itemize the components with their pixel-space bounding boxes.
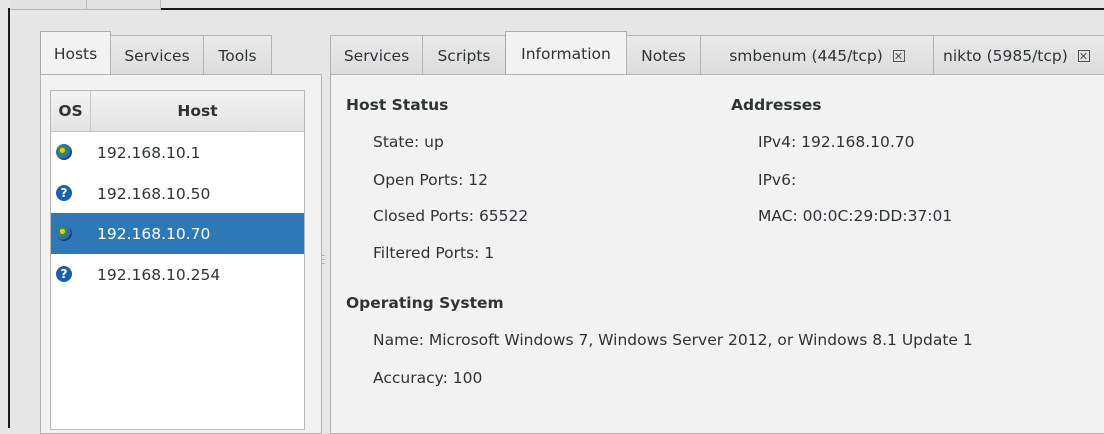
state-value: State: up: [373, 133, 444, 151]
ipv4-value: IPv4: 192.168.10.70: [758, 133, 915, 151]
host-row[interactable]: ? 192.168.10.254: [51, 254, 304, 295]
tab-hosts[interactable]: Hosts: [40, 31, 111, 75]
tab-services-left[interactable]: Services: [110, 35, 204, 75]
operating-system-heading: Operating System: [346, 294, 504, 312]
splitter-handle[interactable]: [322, 255, 325, 275]
tab-hosts-label: Hosts: [53, 44, 98, 63]
tab-nikto-label: nikto (5985/tcp): [943, 46, 1068, 65]
open-ports-value: Open Ports: 12: [373, 171, 489, 189]
host-row-selected[interactable]: 192.168.10.70: [51, 213, 304, 254]
column-header-host-label: Host: [177, 102, 218, 120]
tab-tools-label: Tools: [218, 46, 257, 65]
tab-services-label: Services: [343, 46, 410, 65]
tab-nikto[interactable]: nikto (5985/tcp): [933, 35, 1104, 75]
host-row[interactable]: ? 192.168.10.50: [51, 173, 304, 214]
tab-scripts-label: Scripts: [437, 46, 491, 65]
column-header-os-label: OS: [58, 102, 83, 120]
os-name-value: Name: Microsoft Windows 7, Windows Serve…: [373, 331, 973, 349]
mac-value: MAC: 00:0C:29:DD:37:01: [758, 207, 953, 225]
unknown-os-icon: ?: [56, 185, 72, 201]
closed-ports-value: Closed Ports: 65522: [373, 207, 529, 225]
host-address: 192.168.10.50: [97, 184, 211, 203]
column-header-os[interactable]: OS: [51, 91, 91, 131]
host-address: 192.168.10.70: [97, 224, 211, 243]
accuracy-value: Accuracy: 100: [373, 369, 483, 387]
tab-scripts[interactable]: Scripts: [422, 35, 506, 75]
host-table-header: OS Host: [51, 91, 304, 132]
host-address: 192.168.10.254: [97, 265, 221, 284]
tab-notes[interactable]: Notes: [626, 35, 701, 75]
column-header-host[interactable]: Host: [91, 91, 304, 131]
host-address: 192.168.10.1: [97, 143, 201, 162]
tab-smbenum[interactable]: smbenum (445/tcp): [700, 35, 934, 75]
host-table[interactable]: OS Host 192.168.10.1 ? 192.168.10.50 192…: [50, 90, 305, 430]
tab-information[interactable]: Information: [505, 31, 627, 75]
tab-smbenum-label: smbenum (445/tcp): [729, 46, 883, 65]
windows-icon: [56, 225, 72, 241]
windows-icon: [56, 144, 72, 160]
host-status-heading: Host Status: [346, 96, 449, 114]
close-icon[interactable]: [892, 49, 905, 62]
parent-tab-divider: [86, 0, 87, 9]
tab-notes-label: Notes: [641, 46, 686, 65]
tab-information-label: Information: [521, 44, 611, 63]
ipv6-value: IPv6:: [758, 171, 797, 189]
tab-tools[interactable]: Tools: [203, 35, 272, 75]
tab-services[interactable]: Services: [330, 35, 423, 75]
unknown-os-icon: ?: [56, 266, 72, 282]
host-row[interactable]: 192.168.10.1: [51, 132, 304, 173]
addresses-heading: Addresses: [731, 96, 822, 114]
close-icon[interactable]: [1077, 49, 1090, 62]
tab-services-left-label: Services: [124, 46, 190, 65]
filtered-ports-value: Filtered Ports: 1: [373, 244, 495, 262]
